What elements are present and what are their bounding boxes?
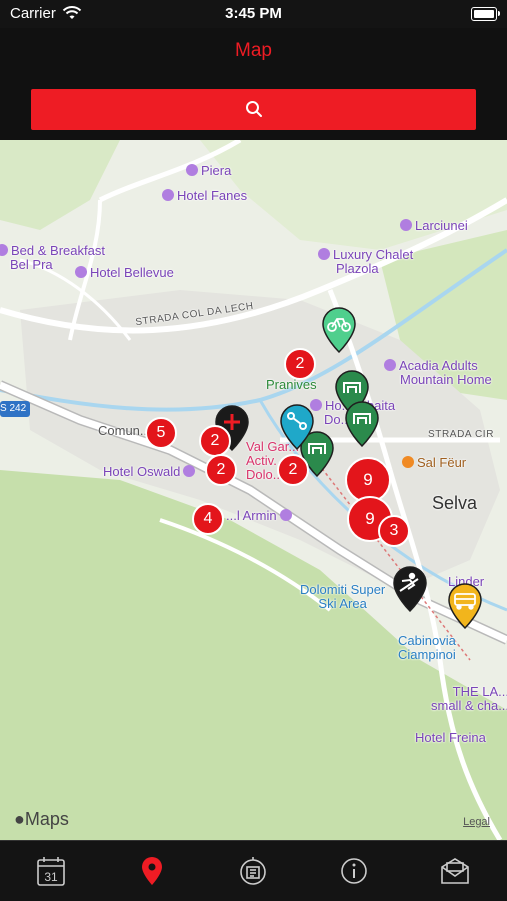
maps-logo: ●Maps	[14, 809, 69, 829]
legal-link[interactable]: Legal	[463, 816, 490, 828]
ski-school-pin[interactable]	[390, 565, 430, 613]
poi-label[interactable]: Pranives	[266, 378, 317, 392]
poi-label[interactable]: Acadia Adults Mountain Home	[384, 359, 492, 387]
poi-label[interactable]: THE LA... small & cha...	[431, 685, 507, 713]
search-icon	[246, 101, 262, 117]
road-shield-label: S 242	[0, 403, 27, 414]
battery-icon	[471, 7, 500, 21]
map-pin-icon	[142, 857, 162, 885]
shelter-pin[interactable]	[342, 400, 382, 448]
lodging-icon	[75, 266, 87, 278]
poi-label[interactable]: Cabinovia Ciampinoi	[398, 634, 456, 662]
page-title: Map	[235, 40, 272, 61]
apple-logo-icon: ●	[14, 809, 25, 829]
info-icon	[341, 858, 367, 884]
poi-label[interactable]: Larciunei	[400, 219, 468, 233]
lodging-icon	[384, 359, 396, 371]
cluster-marker[interactable]: 2	[205, 454, 237, 486]
messages-icon	[441, 858, 469, 884]
poi-label[interactable]: Sal Fëur	[402, 456, 466, 470]
cluster-marker[interactable]: 4	[192, 503, 224, 535]
poi-label[interactable]: Luxury Chalet Plazola	[318, 248, 413, 276]
street-label: STRADA CIR	[428, 429, 495, 440]
poi-label[interactable]: Dolomiti Super Ski Area	[300, 583, 385, 611]
tab-ski-pass[interactable]	[236, 855, 270, 887]
tab-messages[interactable]	[438, 855, 472, 887]
lodging-icon	[183, 465, 196, 477]
lodging-icon	[162, 189, 174, 201]
lodging-icon	[186, 164, 198, 176]
tab-bar: 31	[0, 840, 507, 901]
tab-map[interactable]	[135, 855, 169, 887]
town-label: Selva	[432, 493, 478, 513]
poi-label[interactable]: Hotel Fanes	[162, 189, 247, 203]
calendar-day: 31	[44, 870, 58, 884]
lodging-icon	[0, 244, 8, 256]
poi-label[interactable]: Hotel Oswald	[103, 465, 198, 479]
clock: 3:45 PM	[225, 5, 282, 22]
cluster-marker[interactable]: 5	[145, 417, 177, 449]
ski-pass-icon	[240, 857, 266, 885]
poi-label[interactable]: Hotel Bellevue	[75, 266, 174, 280]
cluster-marker[interactable]: 2	[199, 425, 231, 457]
poi-label[interactable]: Hotel Freina	[415, 731, 486, 745]
tab-calendar[interactable]: 31	[34, 855, 68, 887]
lift-pin[interactable]	[277, 403, 317, 451]
poi-label[interactable]: Piera	[186, 164, 231, 178]
cluster-marker[interactable]: 3	[378, 515, 410, 547]
bike-pin[interactable]	[319, 306, 359, 354]
map-view[interactable]: Piera Hotel Fanes Larciunei Bed & Breakf…	[0, 140, 507, 840]
lodging-icon	[279, 509, 292, 521]
bus-pin[interactable]	[445, 582, 485, 630]
status-bar: Carrier 3:45 PM	[0, 0, 507, 28]
restaurant-icon	[402, 456, 414, 468]
poi-label[interactable]: ...l Armin	[226, 509, 295, 523]
lodging-icon	[400, 219, 412, 231]
tab-info[interactable]	[337, 855, 371, 887]
search-button[interactable]	[31, 89, 476, 130]
cluster-marker[interactable]: 2	[284, 348, 316, 380]
lodging-icon	[318, 248, 330, 260]
cluster-marker[interactable]: 2	[277, 454, 309, 486]
